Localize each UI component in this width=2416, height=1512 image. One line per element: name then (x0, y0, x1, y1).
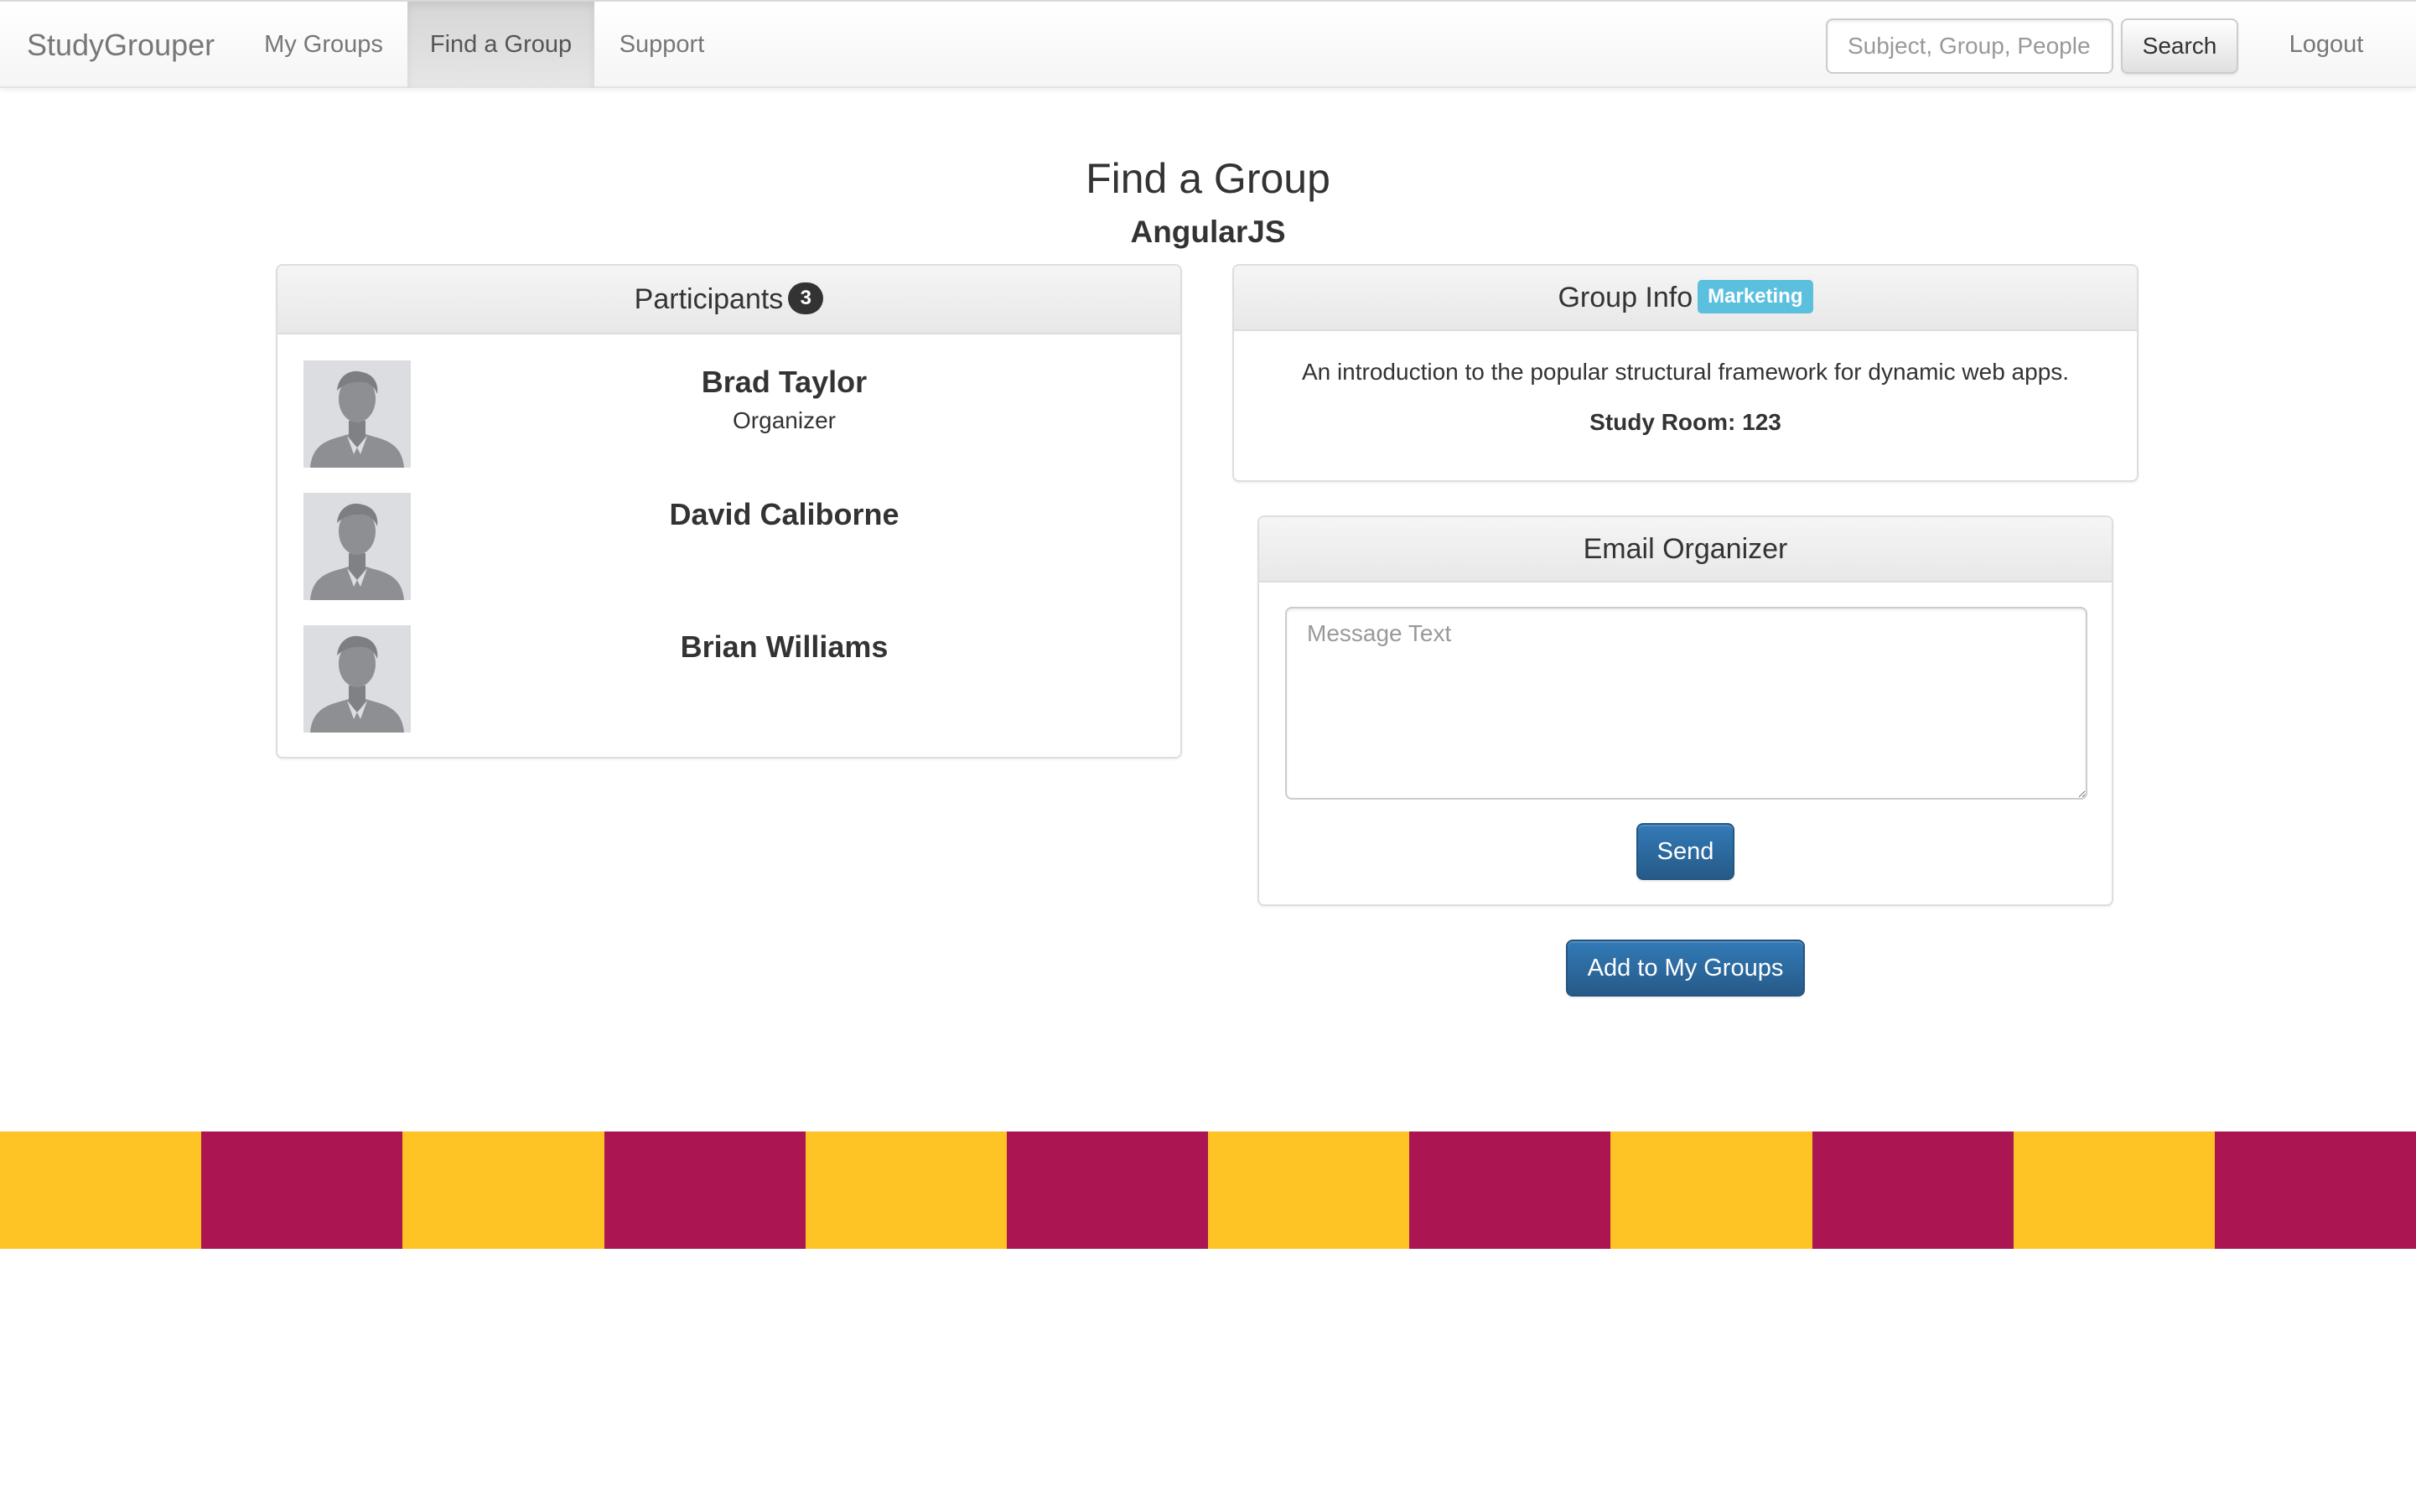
user-silhouette-icon (303, 360, 411, 468)
group-info-heading-label: Group Info (1558, 282, 1693, 313)
group-name: AngularJS (1130, 215, 1286, 249)
nav-item-find-a-group[interactable]: Find a Group (407, 2, 594, 88)
study-room: Study Room: 123 (1589, 409, 1781, 435)
participant-item: David Caliborne (303, 493, 1158, 600)
stripe-block-gold (1208, 1131, 1410, 1249)
stripe-block-maroon (201, 1131, 403, 1249)
search-button[interactable]: Search (2121, 18, 2238, 74)
stripe-block-maroon (1006, 1131, 1209, 1249)
participants-heading-label: Participants (634, 283, 784, 315)
user-silhouette-icon (303, 493, 411, 600)
stripe-block-maroon (2214, 1131, 2416, 1249)
navbar: StudyGrouper My Groups Find a Group Supp… (0, 0, 2416, 88)
participant-name[interactable]: Brad Taylor (411, 362, 1158, 402)
stripe-block-maroon (604, 1131, 806, 1249)
message-text-field[interactable] (1285, 607, 2087, 800)
participant-role: Organizer (733, 407, 836, 433)
participant-item: Brian Williams (303, 625, 1158, 733)
stripe-block-gold (1610, 1131, 1812, 1249)
nav-item-my-groups[interactable]: My Groups (243, 2, 404, 88)
stripe-block-gold (2013, 1131, 2215, 1249)
group-info-heading: Group Info Marketing (1234, 266, 2137, 331)
footer-stripe (0, 1131, 2416, 1249)
group-description: An introduction to the popular structura… (1301, 359, 2070, 385)
email-organizer-panel: Email Organizer Send (1257, 515, 2113, 906)
participant-name[interactable]: Brian Williams (411, 627, 1158, 667)
add-to-my-groups-button[interactable]: Add to My Groups (1566, 940, 1805, 997)
stripe-block-gold (0, 1131, 202, 1249)
nav-item-support[interactable]: Support (597, 2, 727, 88)
participant-name[interactable]: David Caliborne (411, 495, 1158, 535)
stripe-block-maroon (1409, 1131, 1611, 1249)
user-silhouette-icon (303, 625, 411, 733)
page-title: Find a Group (1086, 155, 1330, 202)
logout-link[interactable]: Logout (2263, 2, 2389, 88)
stripe-block-gold (805, 1131, 1007, 1249)
brand-logo[interactable]: StudyGrouper (27, 2, 215, 88)
email-organizer-heading: Email Organizer (1259, 517, 2112, 583)
send-button[interactable]: Send (1636, 823, 1734, 880)
stripe-block-maroon (1812, 1131, 2014, 1249)
participants-heading: Participants 3 (277, 266, 1180, 334)
participants-count-badge: 3 (788, 282, 824, 315)
participant-item: Brad Taylor Organizer (303, 360, 1158, 468)
stripe-block-gold (402, 1131, 604, 1249)
group-info-panel: Group Info Marketing An introduction to t… (1232, 264, 2139, 482)
search-input[interactable] (1826, 18, 2113, 74)
participants-panel: Participants 3 Brad Taylor Organizer Dav… (276, 264, 1182, 759)
category-label-badge: Marketing (1698, 280, 1813, 314)
